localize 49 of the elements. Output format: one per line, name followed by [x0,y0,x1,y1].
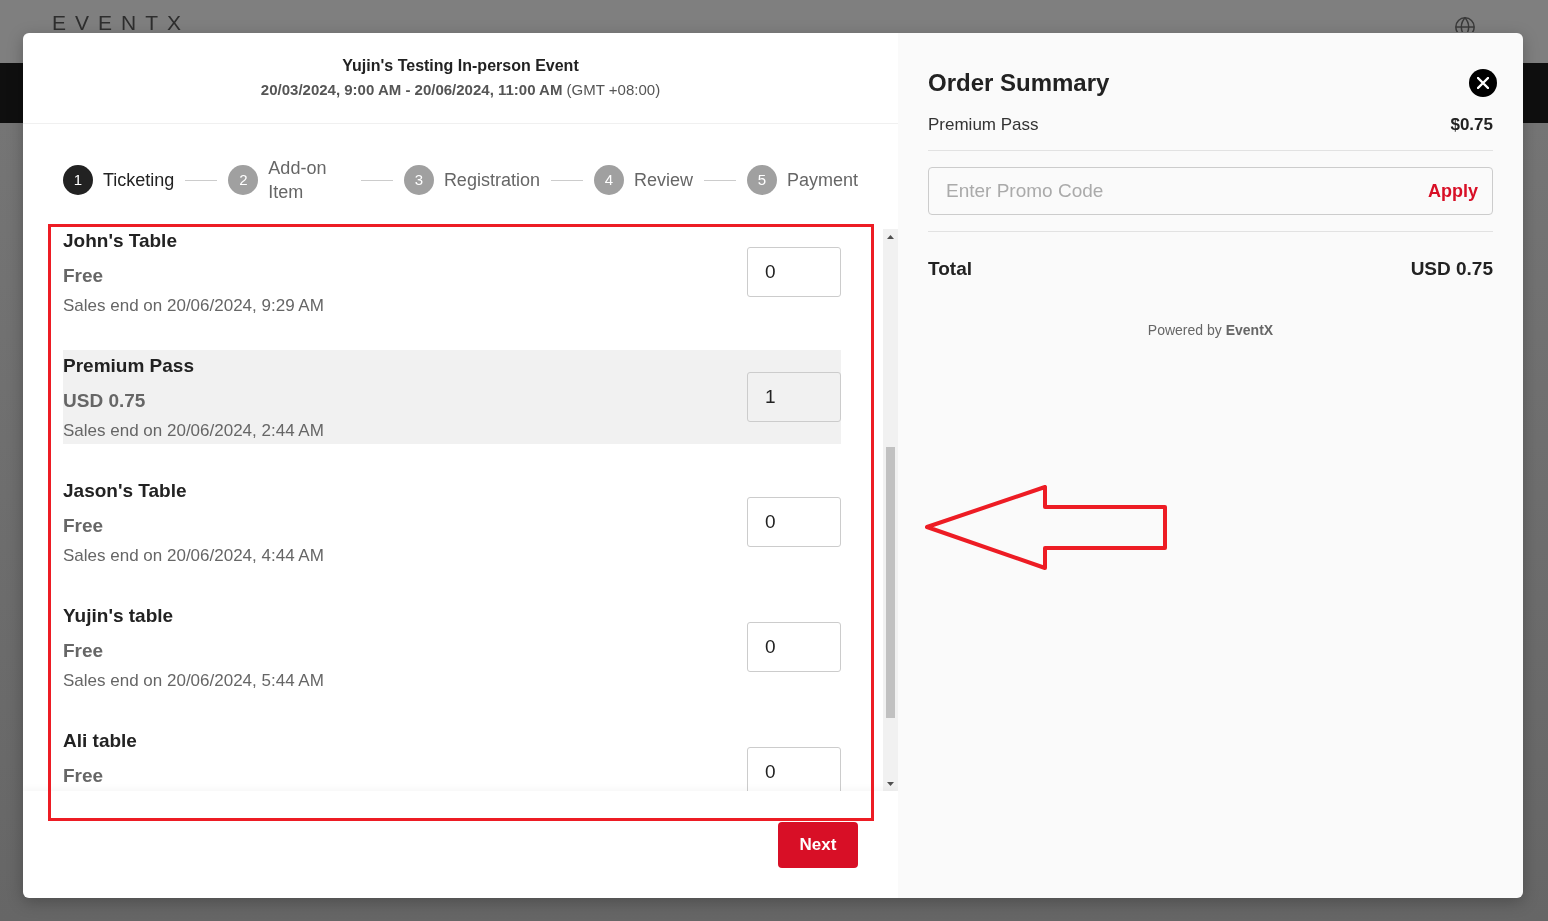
ticket-price: Free [63,764,105,788]
quantity-field[interactable]: 0 [747,747,841,791]
next-button[interactable]: Next [778,822,858,868]
order-summary-title: Order Summary [928,68,1110,98]
total-value: USD 0.75 [1410,257,1493,281]
event-dates: 20/03/2024, 9:00 AM - 20/06/2024, 11:00 AM (GMT +08:00) [260,80,661,100]
step-label: Ticketing [103,169,175,192]
ticket-price: Free [63,639,105,663]
scrollbar-track[interactable] [883,229,898,791]
ticket-name: Jason's Table [63,479,188,503]
step-label: Payment [786,169,858,192]
apply-button[interactable]: Apply [1428,177,1478,205]
step-label: Registration [443,169,540,192]
scrollbar-thumb[interactable] [886,447,895,718]
ticket-name: Yujin's table [63,604,175,628]
ticket-name: Ali table [63,729,137,753]
total-label: Total [928,257,972,281]
scroll-up-icon[interactable] [887,234,894,239]
quantity-field[interactable]: 0 [747,622,841,672]
scroll-down-icon[interactable] [887,781,894,786]
sales-end-text: Sales end on 20/06/2024, 4:44 AM [63,545,324,567]
step-number: 5 [746,165,777,195]
step-number: 3 [403,165,434,195]
step-label: Add-on Item [268,157,328,204]
ticket-price: USD 0.75 [63,389,147,413]
step-number: 2 [228,165,259,195]
ticket-price: Free [63,264,105,288]
close-button[interactable] [1469,69,1497,97]
sales-end-text: Sales end on 20/06/2024, 2:44 AM [63,420,324,442]
promo-code-field[interactable]: Enter Promo Code Apply [928,167,1493,215]
sales-end-text: Sales end on 20/06/2024, 9:29 AM [63,295,324,317]
step-number: 1 [63,165,93,195]
globe-icon[interactable] [1454,16,1476,32]
event-title: Yujin's Testing In-person Event [342,56,579,76]
close-icon [1477,77,1489,89]
logo: EVENTX [52,12,191,33]
quantity-field[interactable]: 0 [747,497,841,547]
ticket-name: John's Table [63,229,178,253]
quantity-field[interactable]: 0 [747,247,841,297]
powered-by-text: Powered by EventX [1147,321,1274,339]
quantity-field[interactable]: 1 [747,372,841,422]
ticket-price: Free [63,514,105,538]
step-label: Review [633,169,693,192]
sales-end-text: Sales end on 20/06/2024, 5:44 AM [63,670,324,692]
order-item-amount: $0.75 [1450,114,1493,136]
ticket-row[interactable]: Premium Pass USD 0.75 Sales end on 20/06/2024, 2:44 AM 1 [63,350,841,444]
ticket-name: Premium Pass [63,354,195,378]
step-number: 4 [593,165,624,195]
order-item-name: Premium Pass [928,114,1039,136]
